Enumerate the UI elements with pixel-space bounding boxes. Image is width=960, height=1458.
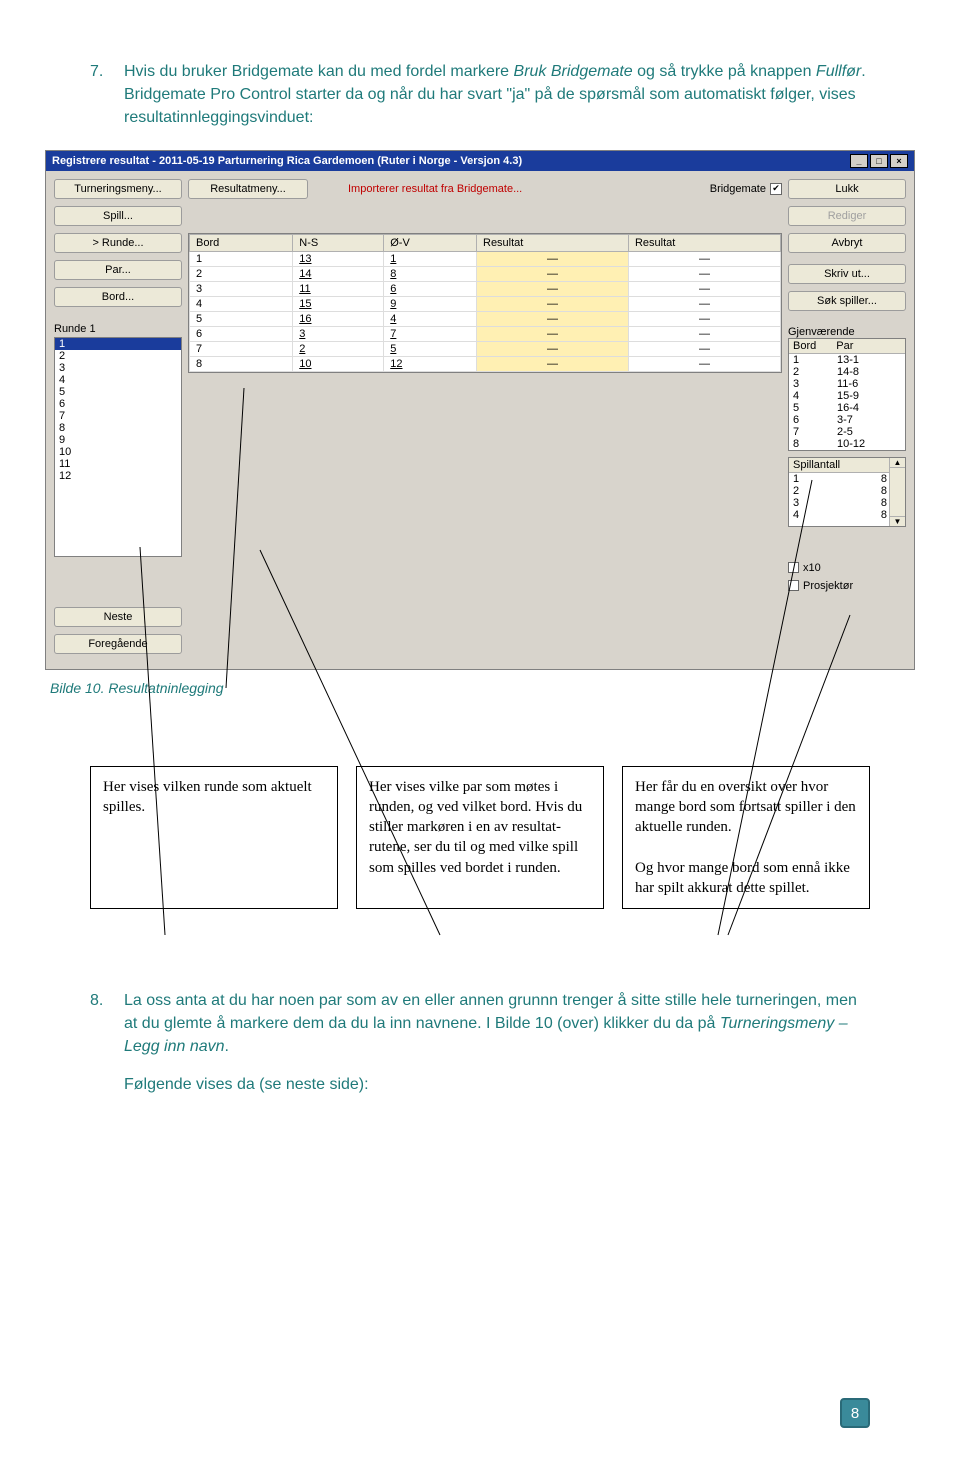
table-row: 81012—— (190, 356, 781, 371)
rediger-button[interactable]: Rediger (788, 206, 906, 226)
gjenvaerende-title: Gjenværende (788, 326, 906, 338)
gjenvaerende-panel: Bord Par 113-1214-8311-6415-9516-463-772-5… (788, 338, 906, 451)
gjen-row: 113-1 (789, 354, 905, 366)
table-row: 5164—— (190, 311, 781, 326)
runde-item[interactable]: 8 (55, 422, 181, 434)
table-header: N-S (293, 234, 384, 251)
callout-3: Her får du en oversikt over hvor mange b… (622, 766, 870, 910)
callout-1: Her vises vilken runde som aktuelt spill… (90, 766, 338, 910)
item8-body: La oss anta at du har noen par som av en… (124, 989, 870, 1059)
item8-text-b: . (225, 1038, 229, 1055)
item7-body: Hvis du bruker Bridgemate kan du med for… (124, 60, 870, 130)
spillantall-panel: ▲ ▼ Spillantall 18283848 (788, 457, 906, 527)
runde-item[interactable]: 11 (55, 458, 181, 470)
x10-checkbox[interactable] (788, 562, 799, 573)
table-row: 2148—— (190, 266, 781, 281)
runde-item[interactable]: 10 (55, 446, 181, 458)
runde-item[interactable]: 3 (55, 362, 181, 374)
result-window: Registrere resultat - 2011-05-19 Parturn… (45, 150, 915, 670)
gjen-header: Par (836, 340, 853, 352)
runde-item[interactable]: 2 (55, 350, 181, 362)
prosjektor-checkbox[interactable] (788, 580, 799, 591)
gjen-header: Bord (793, 340, 816, 352)
skrivut-button[interactable]: Skriv ut... (788, 264, 906, 284)
table-header: Resultat (477, 234, 629, 251)
gjen-row: 415-9 (789, 390, 905, 402)
window-title: Registrere resultat - 2011-05-19 Parturn… (52, 155, 522, 167)
runde-item[interactable]: 5 (55, 386, 181, 398)
table-row: 725—— (190, 341, 781, 356)
import-status: Importerer resultat fra Bridgemate... (348, 179, 522, 195)
figure-caption: Bilde 10. Resultatninlegging (50, 680, 960, 696)
runde-item[interactable]: 12 (55, 470, 181, 482)
gjen-row: 516-4 (789, 402, 905, 414)
runde-listbox[interactable]: 123456789101112 (54, 337, 182, 557)
spillantall-title: Spillantall (793, 459, 840, 471)
avbryt-button[interactable]: Avbryt (788, 233, 906, 253)
titlebar: Registrere resultat - 2011-05-19 Parturn… (46, 151, 914, 171)
gjen-row: 72-5 (789, 426, 905, 438)
item7-text-b: og så trykke på knappen (633, 63, 816, 80)
foregaende-button[interactable]: Foregående (54, 634, 182, 654)
bridgemate-checkbox[interactable]: ✔ (770, 183, 782, 195)
spillantall-row: 18 (789, 473, 905, 485)
item8-follow: Følgende vises da (se neste side): (124, 1073, 870, 1096)
left-button-3[interactable]: Par... (54, 260, 182, 280)
callout-2: Her vises vilke par som møtes i runden, … (356, 766, 604, 910)
item8-number: 8. (90, 989, 114, 1059)
item7-number: 7. (90, 60, 114, 130)
runde-item[interactable]: 1 (55, 338, 181, 350)
gjen-row: 810-12 (789, 438, 905, 450)
gjen-row: 63-7 (789, 414, 905, 426)
scroll-down-icon[interactable]: ▼ (890, 516, 905, 526)
runde-item[interactable]: 4 (55, 374, 181, 386)
sokspiller-button[interactable]: Søk spiller... (788, 291, 906, 311)
table-header: Ø-V (384, 234, 477, 251)
bridgemate-label: Bridgemate (710, 183, 766, 195)
left-button-0[interactable]: Turneringsmeny... (54, 179, 182, 199)
resultatmeny-button[interactable]: Resultatmeny... (188, 179, 308, 199)
table-row: 1131—— (190, 251, 781, 266)
maximize-button[interactable]: □ (870, 154, 888, 168)
neste-button[interactable]: Neste (54, 607, 182, 627)
spillantall-row: 48 (789, 509, 905, 521)
table-header: Bord (190, 234, 293, 251)
page-number: 8 (840, 1398, 870, 1428)
spillantall-row: 38 (789, 497, 905, 509)
table-row: 4159—— (190, 296, 781, 311)
runde-item[interactable]: 7 (55, 410, 181, 422)
close-button[interactable]: × (890, 154, 908, 168)
table-row: 3116—— (190, 281, 781, 296)
result-table: BordN-SØ-VResultatResultat1131——2148——31… (188, 233, 782, 373)
x10-label: x10 (803, 562, 821, 574)
table-row: 637—— (190, 326, 781, 341)
gjen-row: 311-6 (789, 378, 905, 390)
gjen-row: 214-8 (789, 366, 905, 378)
runde-item[interactable]: 6 (55, 398, 181, 410)
minimize-button[interactable]: _ (850, 154, 868, 168)
runde-label: Runde 1 (54, 323, 182, 335)
left-button-4[interactable]: Bord... (54, 287, 182, 307)
prosjektor-label: Prosjektør (803, 580, 853, 592)
spillantall-row: 28 (789, 485, 905, 497)
table-header: Resultat (628, 234, 780, 251)
item7-italic-b: Fullfør (816, 63, 861, 80)
left-button-2[interactable]: > Runde... (54, 233, 182, 253)
lukk-button[interactable]: Lukk (788, 179, 906, 199)
runde-item[interactable]: 9 (55, 434, 181, 446)
item7-italic-a: Bruk Bridgemate (514, 63, 633, 80)
scroll-up-icon[interactable]: ▲ (890, 458, 905, 468)
item7-text-a: Hvis du bruker Bridgemate kan du med for… (124, 63, 514, 80)
left-button-1[interactable]: Spill... (54, 206, 182, 226)
